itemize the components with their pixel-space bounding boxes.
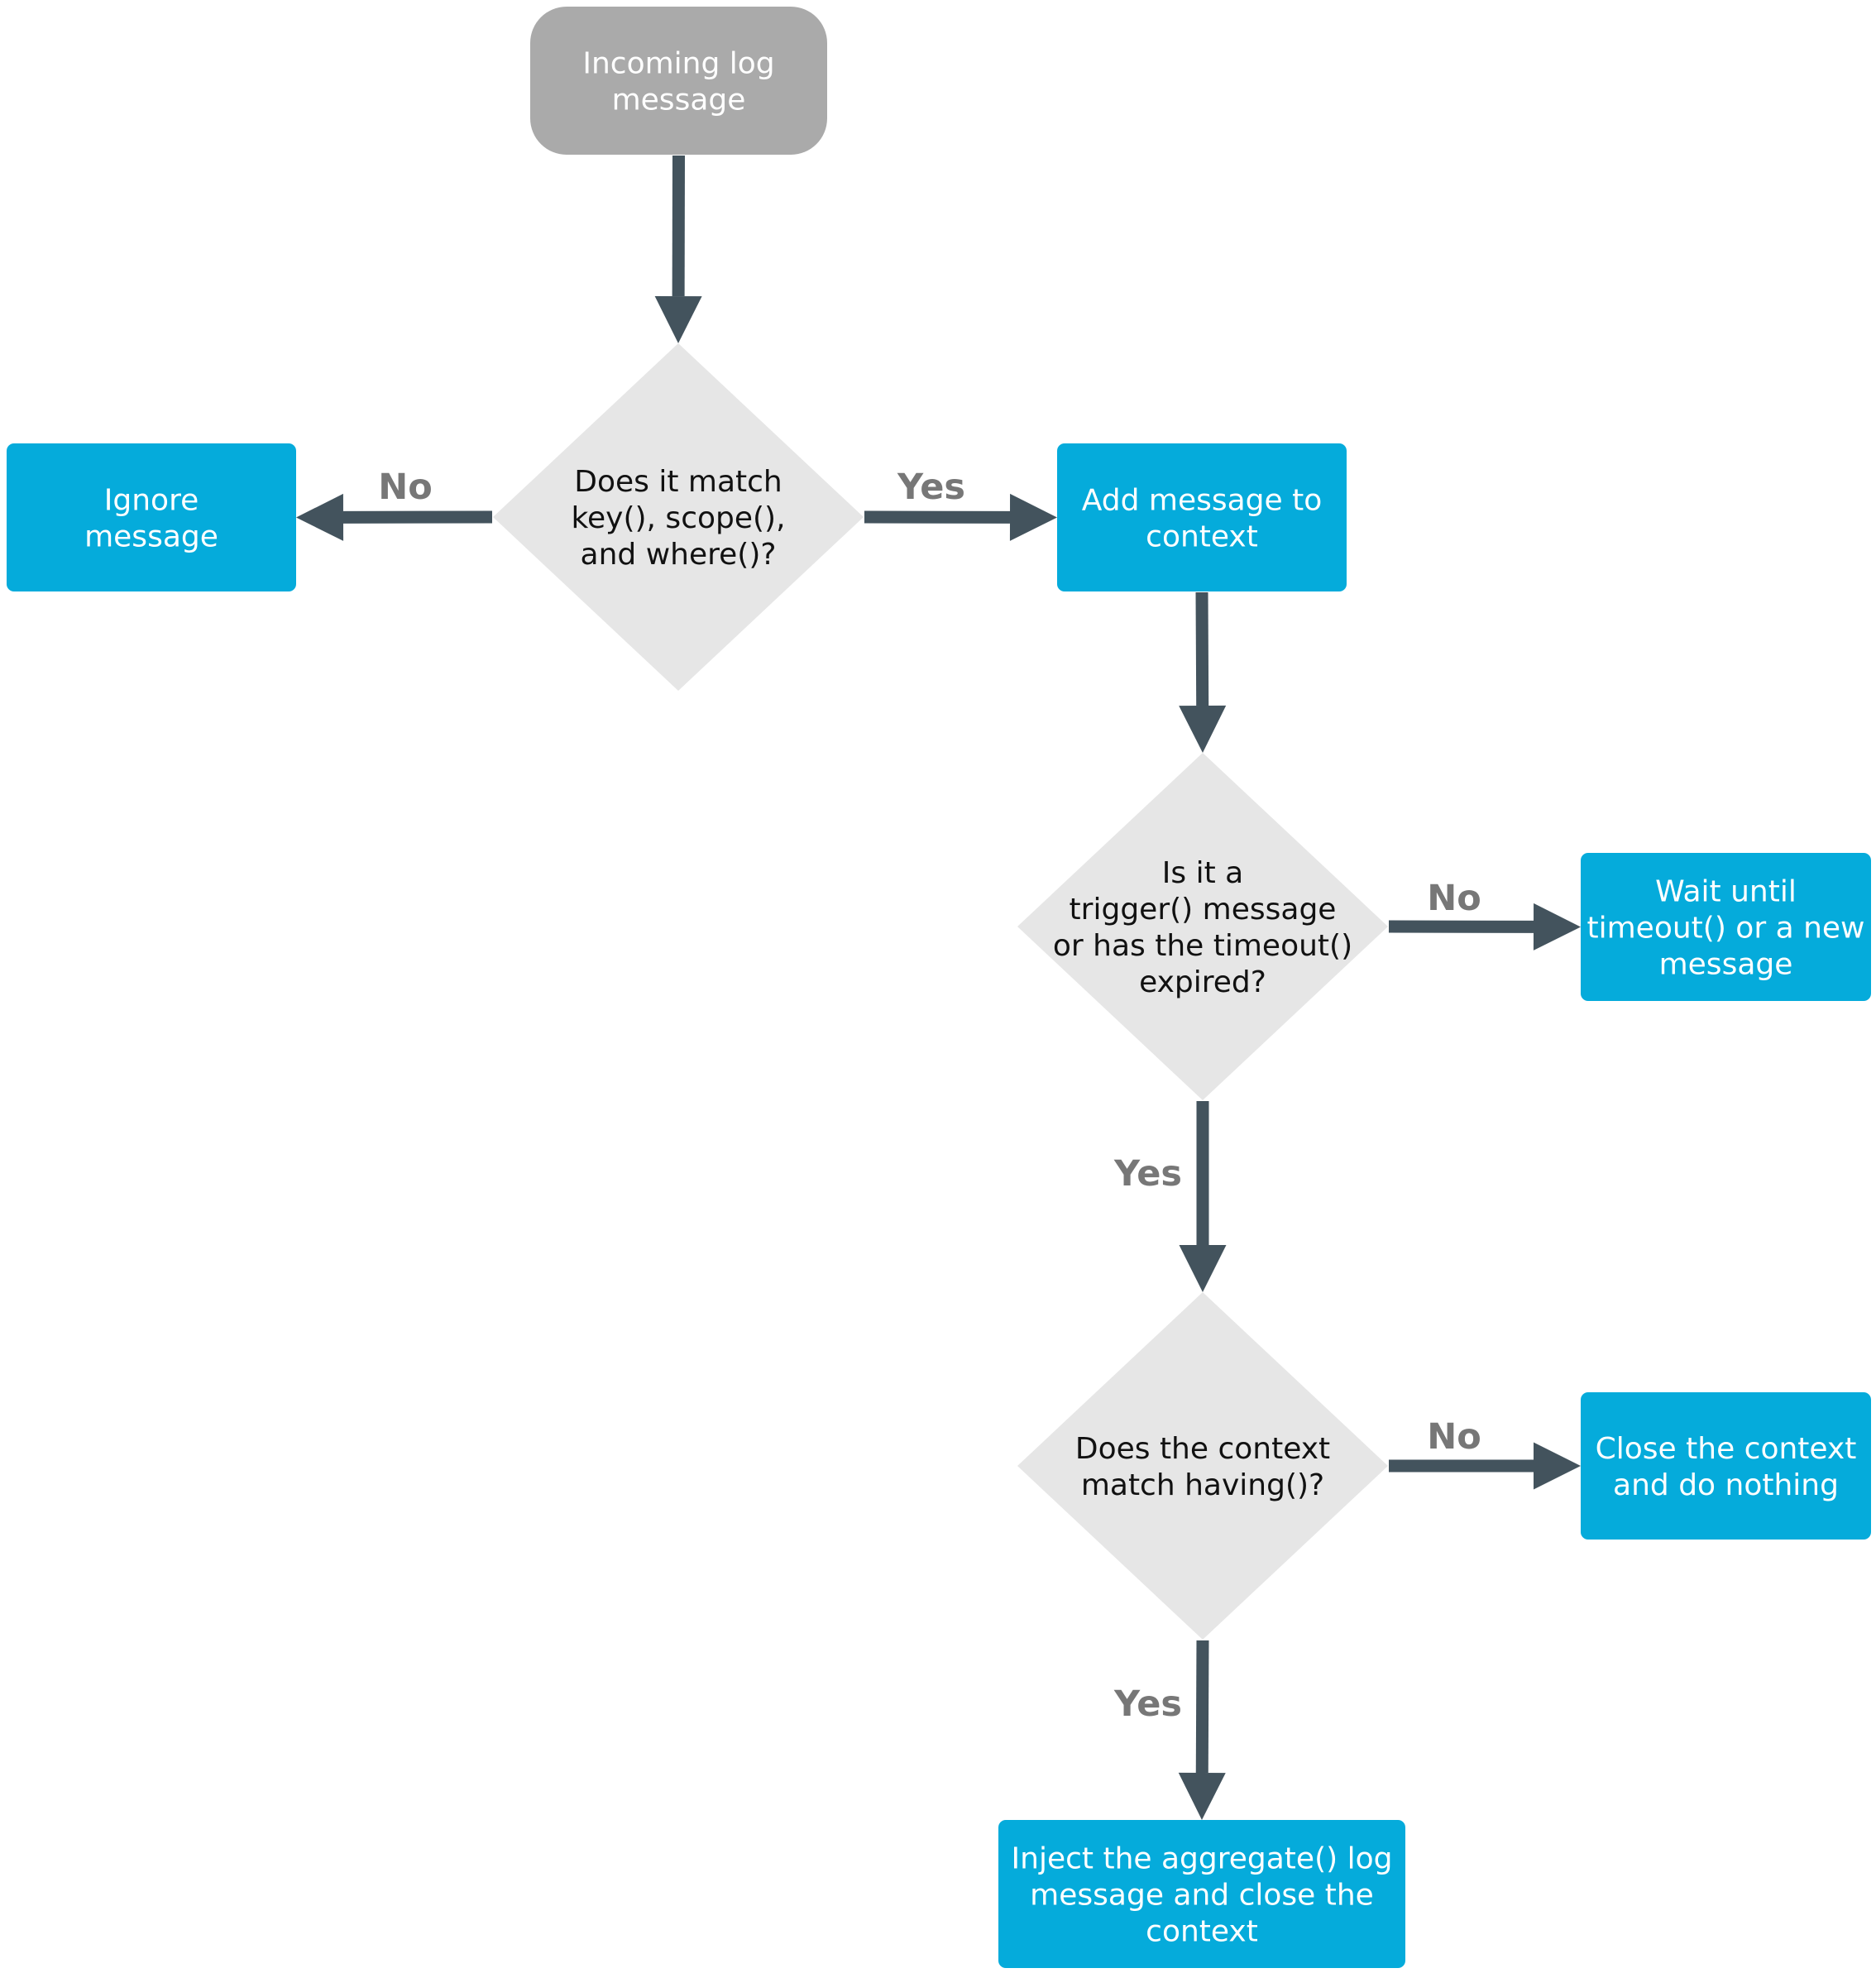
flowchart-canvas: Incoming logmessageDoes it matchkey(), s… [7, 7, 1871, 1968]
arrow-match-to-add: Yes [864, 467, 1057, 541]
arrow-add-to-trigger [1179, 591, 1227, 753]
node-text-line: message [612, 84, 746, 117]
edge-label-yes: Yes [1113, 1683, 1182, 1725]
edge-label-no: No [378, 467, 433, 508]
arrowhead-icon [1534, 1442, 1581, 1490]
start-terminal-shape [530, 7, 827, 155]
process-box-shape [7, 443, 296, 591]
node-close: Close the contextand do nothing [1581, 1392, 1871, 1540]
arrow-incoming-to-match [654, 155, 702, 343]
node-add: Add message tocontext [1057, 443, 1347, 591]
node-text-line: Ignore [104, 484, 199, 518]
node-having: Does the contextmatch having()? [1017, 1292, 1388, 1640]
arrowhead-icon [1178, 1772, 1226, 1820]
node-text-line: timeout() or a new [1586, 912, 1864, 946]
process-box-shape [1581, 1392, 1871, 1540]
node-text-line: Close the context [1596, 1432, 1857, 1466]
arrow-having-to-close: No [1389, 1416, 1581, 1490]
arrowhead-icon [1179, 1245, 1227, 1292]
node-text-line: Add message to [1082, 484, 1323, 518]
edge-label-yes: Yes [897, 467, 965, 508]
node-text-line: Incoming log [582, 47, 774, 81]
decision-diamond-shape [1017, 1292, 1388, 1640]
decision-diamond-shape [1017, 753, 1388, 1100]
edge-label-yes: Yes [1113, 1153, 1182, 1195]
nodes-layer: Incoming logmessageDoes it matchkey(), s… [7, 7, 1871, 1968]
node-text-line: message [84, 520, 218, 554]
node-text-line: key(), scope(), [571, 501, 785, 535]
node-text-line: Wait until [1655, 875, 1797, 909]
arrow-trigger-to-having: Yes [1113, 1101, 1227, 1292]
node-match: Does it matchkey(), scope(),and where()? [493, 343, 864, 691]
process-box-shape [1057, 443, 1347, 591]
node-incoming: Incoming logmessage [530, 7, 827, 155]
arrow-shaft [1195, 1640, 1209, 1774]
node-text-line: message and close the [1030, 1879, 1374, 1913]
edges-layer: No Yes No Yes No Yes [296, 155, 1581, 1820]
arrowhead-icon [654, 295, 702, 343]
node-text-line: expired? [1139, 965, 1266, 999]
node-text-line: Does the context [1075, 1432, 1330, 1466]
edge-label-no: No [1427, 1416, 1481, 1458]
node-text-line: and where()? [581, 538, 777, 572]
arrowhead-icon [1179, 705, 1227, 753]
node-text-line: Inject the aggregate() log [1012, 1842, 1393, 1876]
arrow-having-to-inject: Yes [1113, 1640, 1226, 1820]
node-text-line: message [1659, 948, 1793, 982]
node-text-line: context [1146, 1915, 1258, 1949]
node-text-line: context [1146, 520, 1258, 554]
arrow-trigger-to-wait: No [1388, 878, 1581, 951]
node-trigger: Is it atrigger() messageor has the timeo… [1017, 753, 1388, 1100]
arrow-shaft [1195, 591, 1209, 706]
node-text-line: match having()? [1081, 1468, 1324, 1502]
node-text-line: trigger() message [1070, 893, 1337, 927]
node-text-line: or has the timeout() [1053, 929, 1352, 963]
arrowhead-icon [1009, 493, 1057, 541]
edge-label-no: No [1427, 878, 1481, 919]
arrow-match-to-ignore: No [296, 467, 493, 541]
node-text-line: Is it a [1162, 856, 1243, 890]
arrowhead-icon [1533, 903, 1581, 951]
node-wait: Wait untiltimeout() or a newmessage [1581, 853, 1871, 1001]
node-ignore: Ignoremessage [7, 443, 296, 591]
node-text-line: and do nothing [1613, 1468, 1839, 1502]
node-text-line: Does it match [574, 465, 782, 499]
arrowhead-icon [296, 493, 344, 541]
node-inject: Inject the aggregate() logmessage and cl… [998, 1820, 1405, 1968]
